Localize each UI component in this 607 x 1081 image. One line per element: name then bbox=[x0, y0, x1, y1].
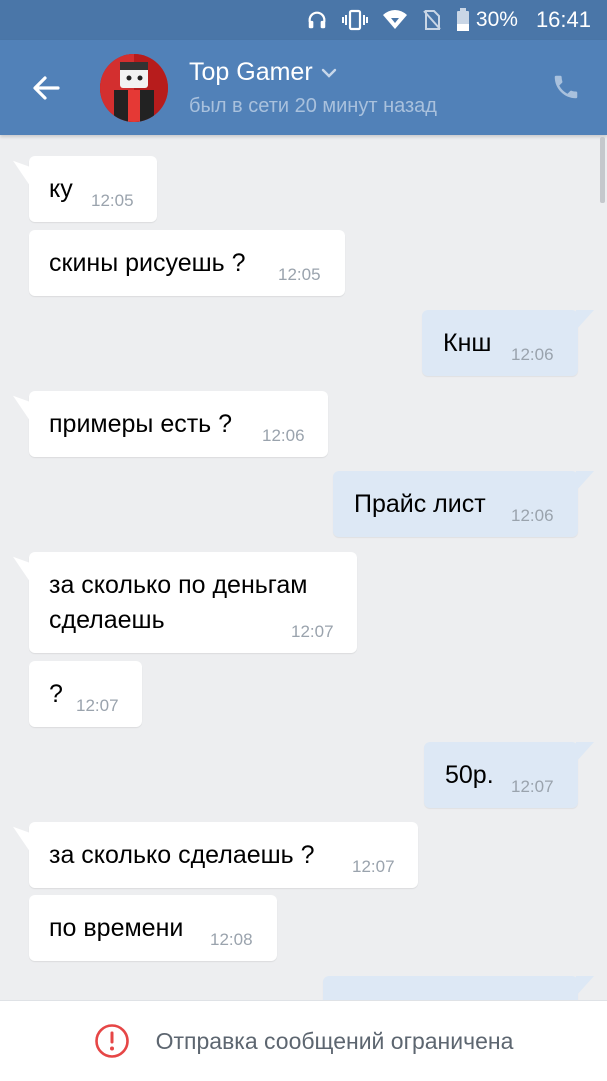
message-time: 12:08 bbox=[210, 930, 253, 949]
wifi-icon bbox=[382, 9, 408, 31]
contact-name: Top Gamer bbox=[189, 58, 313, 86]
message-bubble[interactable]: Кнш 12:06 bbox=[422, 310, 594, 376]
message-text: ку bbox=[49, 175, 73, 203]
message-text: ? bbox=[49, 680, 63, 708]
restriction-notice: Отправка сообщений ограничена bbox=[155, 1027, 514, 1054]
contact-title[interactable]: Top Gamer bbox=[189, 58, 437, 87]
message-text: скины рисуешь ? bbox=[49, 249, 246, 277]
message-list[interactable]: ку 12:05 скины рисуешь ? 12:05 Кнш 12:06… bbox=[0, 135, 607, 1000]
message-bubble[interactable]: по времени 12:08 bbox=[29, 895, 277, 961]
message-bubble-partial[interactable] bbox=[323, 976, 594, 1000]
message-text: Прайс лист bbox=[354, 490, 486, 518]
message-bubble[interactable]: ку 12:05 bbox=[13, 156, 157, 222]
message-bubble[interactable]: ? 12:07 bbox=[29, 661, 142, 727]
chevron-down-icon bbox=[321, 68, 336, 78]
message-time: 12:06 bbox=[511, 345, 554, 364]
battery-percent: 30% bbox=[475, 8, 518, 31]
no-sim-icon bbox=[422, 9, 442, 31]
message-text-line2: сделаешь bbox=[49, 606, 165, 634]
message-bubble[interactable]: за сколько сделаешь ? 12:07 bbox=[13, 822, 418, 888]
headphones-icon bbox=[306, 9, 328, 31]
warning-circle-icon bbox=[94, 1024, 129, 1058]
message-text: примеры есть ? bbox=[49, 410, 233, 438]
message-time: 12:07 bbox=[511, 777, 554, 796]
message-text: 50р. bbox=[445, 761, 494, 789]
message-time: 12:06 bbox=[262, 426, 305, 445]
message-text-line1: за сколько по деньгам bbox=[49, 571, 308, 599]
contact-info[interactable]: Top Gamer был в сети 20 минут назад bbox=[189, 58, 437, 118]
messaging-restricted-bar: Отправка сообщений ограничена bbox=[0, 1000, 607, 1081]
status-bar: 30% 16:41 bbox=[0, 0, 607, 40]
message-time: 12:07 bbox=[76, 696, 119, 715]
arrow-left-icon bbox=[33, 76, 60, 100]
chat-header: Top Gamer был в сети 20 минут назад bbox=[0, 40, 607, 135]
message-bubble[interactable]: Прайс лист 12:06 bbox=[333, 471, 594, 537]
message-bubble[interactable]: скины рисуешь ? 12:05 bbox=[29, 230, 345, 296]
message-text: по времени bbox=[49, 914, 184, 942]
message-time: 12:05 bbox=[278, 265, 321, 284]
back-button[interactable] bbox=[28, 70, 64, 106]
last-seen-status: был в сети 20 минут назад bbox=[189, 95, 437, 117]
message-bubble[interactable]: 50р. 12:07 bbox=[424, 742, 594, 808]
battery-indicator: 30% bbox=[456, 8, 518, 32]
scrollbar[interactable] bbox=[600, 137, 605, 203]
message-text: за сколько сделаешь ? bbox=[49, 841, 315, 869]
message-bubble[interactable]: примеры есть ? 12:06 bbox=[13, 391, 328, 457]
message-time: 12:06 bbox=[511, 506, 554, 525]
clock: 16:41 bbox=[535, 7, 591, 32]
message-time: 12:05 bbox=[91, 191, 134, 210]
message-bubble[interactable]: за сколько по деньгам сделаешь 12:07 bbox=[13, 552, 357, 653]
message-text: Кнш bbox=[443, 329, 492, 357]
message-time: 12:07 bbox=[352, 857, 395, 876]
phone-icon bbox=[554, 75, 578, 99]
avatar[interactable] bbox=[100, 54, 168, 122]
battery-icon bbox=[456, 8, 469, 31]
vibrate-icon bbox=[341, 9, 368, 31]
message-time: 12:07 bbox=[291, 622, 334, 641]
call-button[interactable] bbox=[551, 72, 581, 102]
